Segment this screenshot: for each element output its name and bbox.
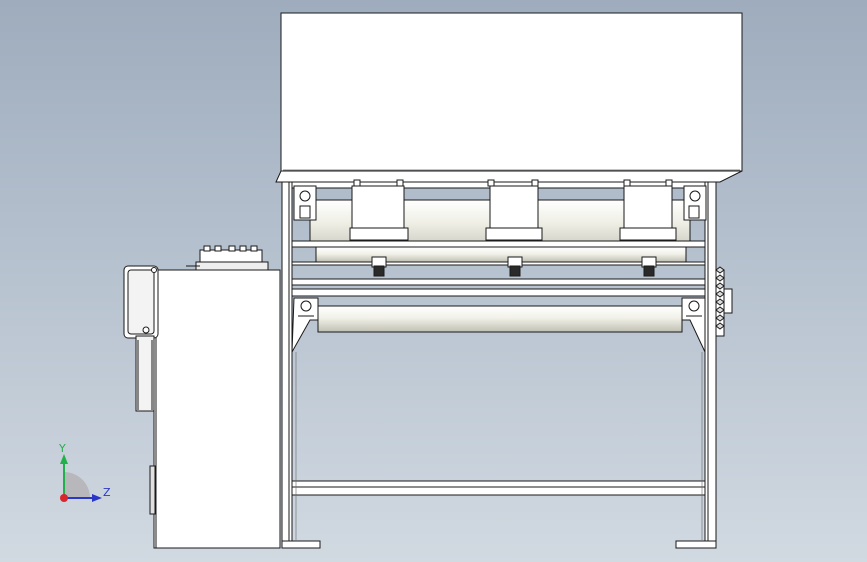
cad-viewport[interactable]: Y Z [0,0,867,562]
right-sprocket [715,266,733,337]
main-roller [291,297,706,353]
top-cover [280,12,743,172]
left-housing [123,245,281,549]
middle-rail [291,278,706,297]
hidden-lines [295,352,703,540]
orientation-triad[interactable]: Y Z [52,440,122,510]
upper-roller-assembly [291,179,707,277]
triad-y-label: Y [59,442,66,455]
machine-front-view-model[interactable] [0,0,867,562]
triad-z-label: Z [103,486,111,499]
